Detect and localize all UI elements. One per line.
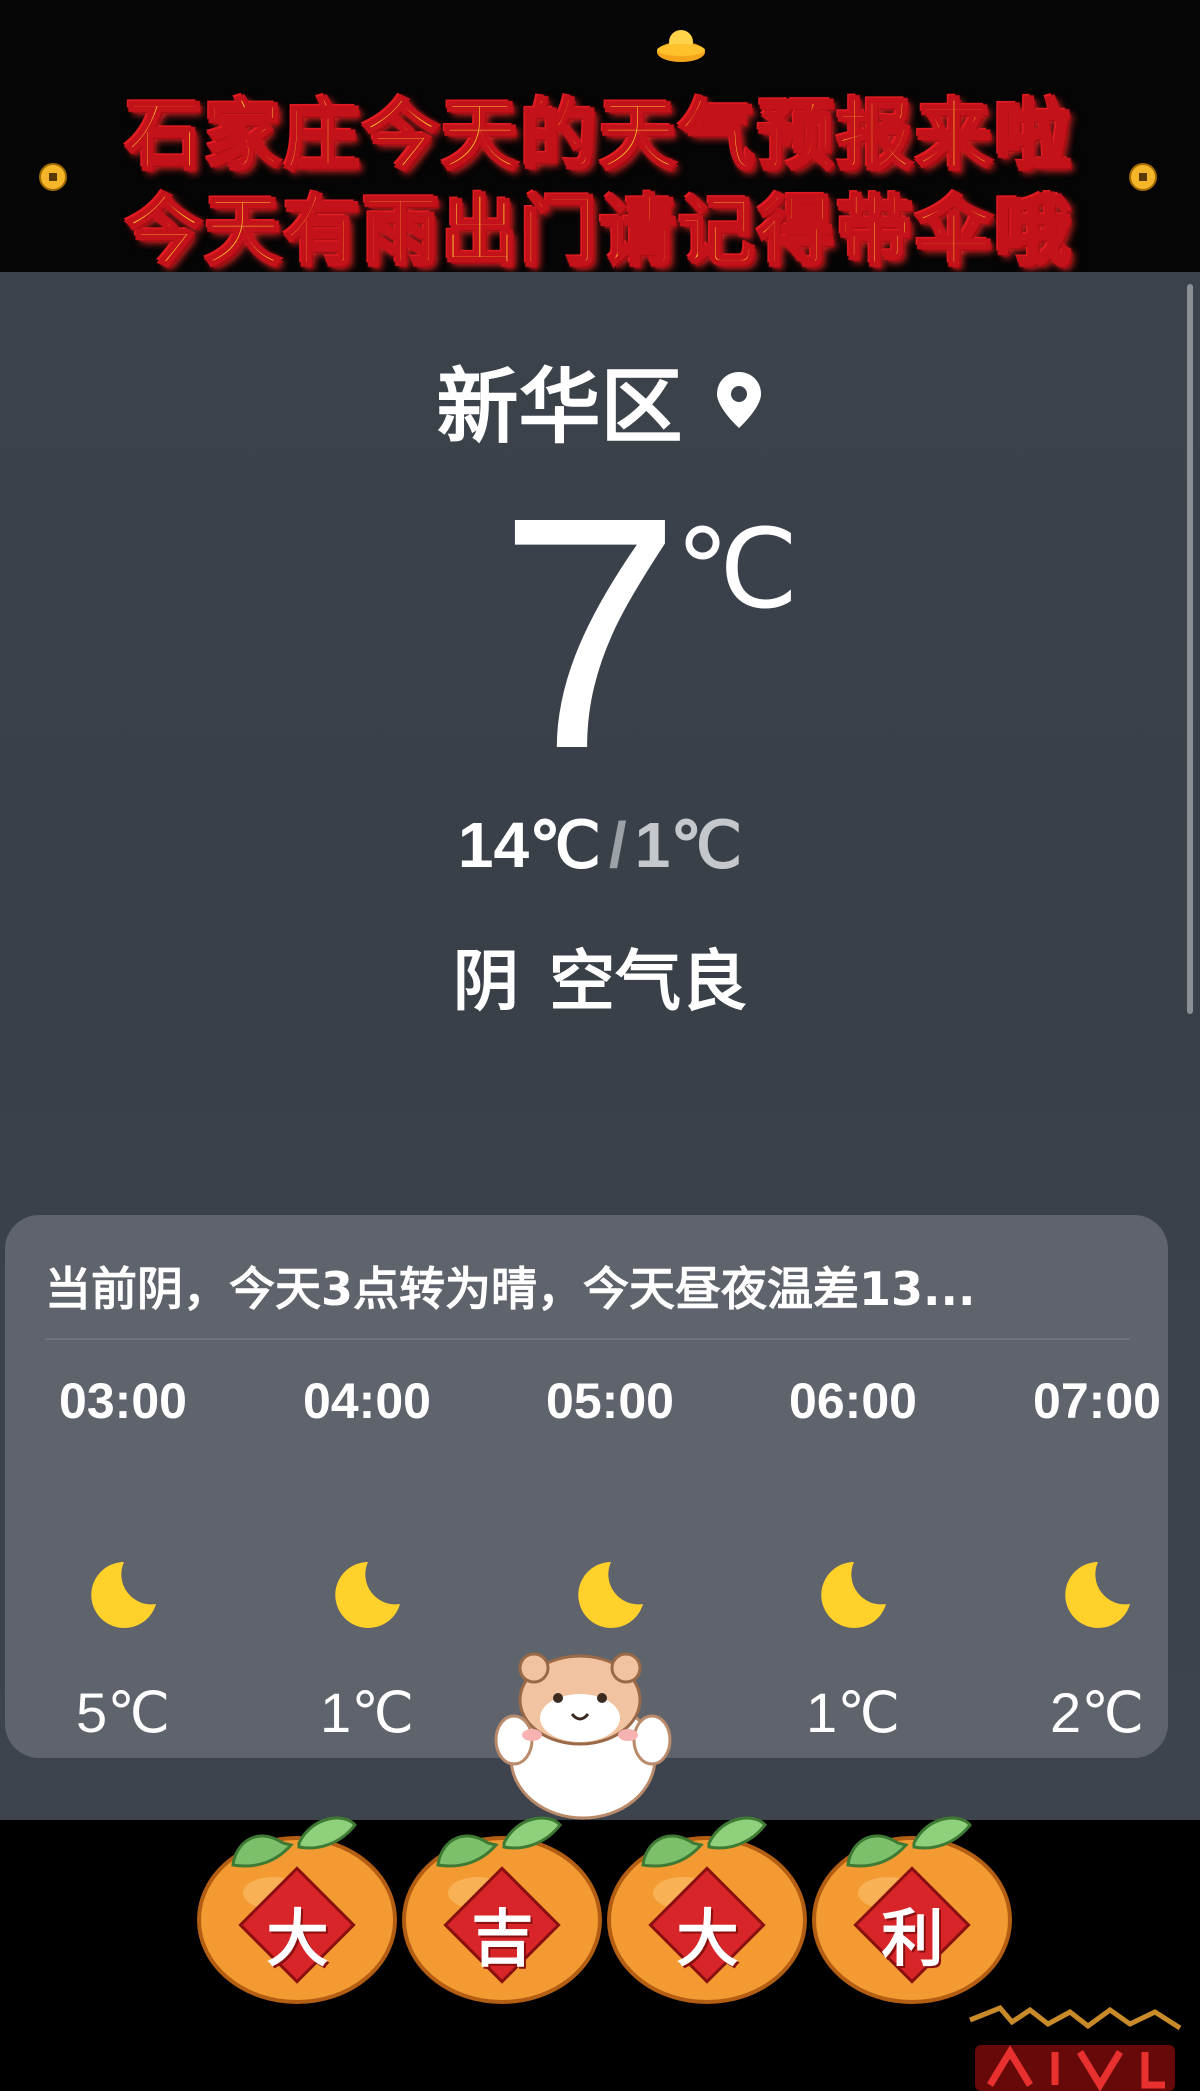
condition-text: 阴 <box>453 943 519 1020</box>
hour-time: 03:00 <box>59 1373 187 1429</box>
hour-temperature: 5℃ <box>75 1681 171 1744</box>
lucky-orange-sticker: 吉 <box>400 1785 605 2005</box>
caption-banner: 石家庄今天的天气预报来啦 今天有雨出门请记得带伞哦 <box>0 0 1200 278</box>
hourly-item[interactable]: 04:00 1℃ <box>282 1372 452 1746</box>
moon-icon <box>1065 1562 1130 1628</box>
hourly-item[interactable]: 07:00 2℃ <box>1012 1372 1182 1746</box>
hour-time: 05:00 <box>546 1373 674 1429</box>
lucky-orange-sticker: 大 <box>605 1785 810 2005</box>
hour-temperature: 1℃ <box>805 1681 901 1744</box>
hourly-item[interactable]: 06:00 1℃ <box>768 1372 938 1746</box>
high-low-temperature: 14℃/1℃ <box>0 808 1200 883</box>
hour-time: 06:00 <box>789 1373 917 1429</box>
orange-label: 利 <box>881 1902 944 1975</box>
orange-label: 大 <box>676 1902 739 1975</box>
temperature-separator: / <box>608 809 627 881</box>
banner-title-line-1: 石家庄今天的天气预报来啦 <box>125 90 1074 182</box>
current-temperature: 7 <box>498 448 682 817</box>
moon-icon <box>821 1562 886 1628</box>
moon-icon <box>578 1562 643 1628</box>
hour-temperature: 2℃ <box>1049 1681 1145 1744</box>
forecast-summary[interactable]: 当前阴，今天3点转为晴，今天昼夜温差13... <box>45 1253 1095 1319</box>
air-quality-text[interactable]: 空气良 <box>549 943 747 1020</box>
location-pin-icon <box>716 371 761 428</box>
hourly-item[interactable]: 03:00 5℃ <box>38 1372 208 1746</box>
hour-time: 07:00 <box>1033 1373 1161 1429</box>
banner-title-line-2: 今天有雨出门请记得带伞哦 <box>125 186 1074 278</box>
moon-icon <box>335 1562 400 1628</box>
orange-label: 吉 <box>471 1902 534 1975</box>
location-name: 新华区 <box>436 360 683 455</box>
lucky-orange-sticker: 大 <box>195 1785 400 2005</box>
gold-ingot-icon <box>657 30 705 62</box>
hourly-item[interactable]: 05:00 <box>525 1372 695 1680</box>
temperature-unit: ℃ <box>675 508 799 631</box>
weather-condition: 阴空气良 <box>0 928 1200 1024</box>
high-temperature: 14℃ <box>457 809 601 881</box>
lucky-orange-sticker: 利 <box>810 1785 1015 2005</box>
low-temperature: 1℃ <box>634 809 743 881</box>
location-header[interactable]: 新华区 <box>0 340 1200 459</box>
moon-icon <box>91 1562 156 1628</box>
hour-temperature: 1℃ <box>319 1681 415 1744</box>
divider <box>45 1338 1130 1340</box>
hour-time: 04:00 <box>303 1373 431 1429</box>
horse-watermark-icon <box>969 2005 1182 2091</box>
orange-label: 大 <box>266 1902 329 1975</box>
